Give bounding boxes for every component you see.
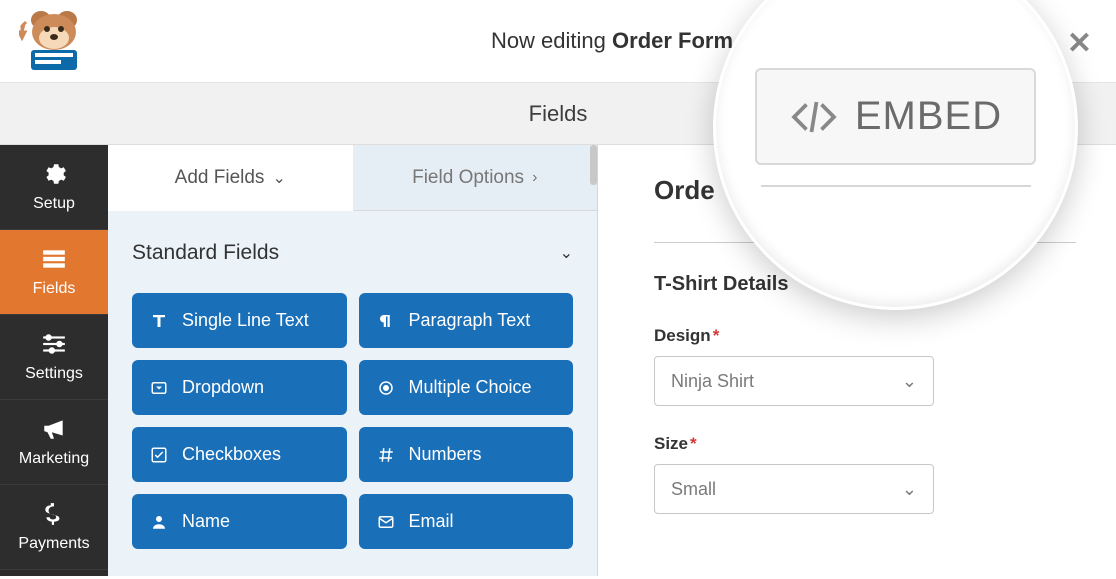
sidebar-item-payments[interactable]: Payments <box>0 485 108 570</box>
field-multiple-choice[interactable]: Multiple Choice <box>359 360 574 415</box>
tab-add-fields[interactable]: Add Fields ⌄ <box>108 145 353 211</box>
sidebar-item-label: Marketing <box>19 450 89 468</box>
user-icon <box>150 513 168 531</box>
field-label: Email <box>409 511 454 532</box>
field-label: Single Line Text <box>182 310 309 331</box>
field-name[interactable]: Name <box>132 494 347 549</box>
list-icon <box>41 246 67 272</box>
code-icon <box>789 97 839 137</box>
field-label: Name <box>182 511 230 532</box>
sidebar-item-settings[interactable]: Settings <box>0 315 108 400</box>
sidebar-item-label: Settings <box>25 365 83 383</box>
text-icon <box>150 312 168 330</box>
sidebar-item-setup[interactable]: Setup <box>0 145 108 230</box>
sidebar-item-fields[interactable]: Fields <box>0 230 108 315</box>
dollar-icon <box>41 501 67 527</box>
app-logo[interactable] <box>0 0 108 82</box>
sidebar-item-label: Setup <box>33 195 75 213</box>
field-numbers[interactable]: Numbers <box>359 427 574 482</box>
size-select[interactable]: Small ⌄ <box>654 464 934 514</box>
megaphone-icon <box>41 416 67 442</box>
field-single-line-text[interactable]: Single Line Text <box>132 293 347 348</box>
field-group-toggle[interactable]: Standard Fields ⌄ <box>132 241 573 265</box>
sidebar-item-marketing[interactable]: Marketing <box>0 400 108 485</box>
dropdown-icon <box>150 379 168 397</box>
design-label: Design* <box>654 326 1076 346</box>
size-label: Size* <box>654 434 1076 454</box>
tab-label: Add Fields <box>175 167 265 189</box>
required-asterisk: * <box>713 326 720 345</box>
close-icon[interactable]: ✕ <box>1067 26 1092 61</box>
field-dropdown[interactable]: Dropdown <box>132 360 347 415</box>
field-label: Numbers <box>409 444 482 465</box>
chevron-down-icon: ⌄ <box>902 371 917 392</box>
sidebar-item-label: Payments <box>18 535 89 553</box>
design-select[interactable]: Ninja Shirt ⌄ <box>654 356 934 406</box>
chevron-down-icon: ⌄ <box>272 168 285 188</box>
radio-icon <box>377 379 395 397</box>
field-label: Multiple Choice <box>409 377 532 398</box>
paragraph-icon <box>377 312 395 330</box>
field-label: Paragraph Text <box>409 310 531 331</box>
chevron-down-icon: ⌄ <box>560 243 573 263</box>
chevron-right-icon: › <box>532 169 537 187</box>
field-email[interactable]: Email <box>359 494 574 549</box>
embed-button[interactable]: EMBED <box>755 68 1036 165</box>
field-label: Checkboxes <box>182 444 281 465</box>
sidebar: Setup Fields Settings Marketing Payments <box>0 145 108 576</box>
embed-label: EMBED <box>855 94 1002 139</box>
tab-label: Field Options <box>412 167 524 189</box>
select-value: Ninja Shirt <box>671 371 754 392</box>
sliders-icon <box>41 331 67 357</box>
gear-icon <box>41 161 67 187</box>
divider <box>761 185 1031 187</box>
chevron-down-icon: ⌄ <box>902 479 917 500</box>
hash-icon <box>377 446 395 464</box>
required-asterisk: * <box>690 434 697 453</box>
checkbox-icon <box>150 446 168 464</box>
sidebar-item-label: Fields <box>33 280 76 298</box>
group-title: Standard Fields <box>132 241 279 265</box>
field-paragraph-text[interactable]: Paragraph Text <box>359 293 574 348</box>
select-value: Small <box>671 479 716 500</box>
field-checkboxes[interactable]: Checkboxes <box>132 427 347 482</box>
tab-field-options[interactable]: Field Options › <box>353 145 598 211</box>
email-icon <box>377 513 395 531</box>
field-label: Dropdown <box>182 377 264 398</box>
